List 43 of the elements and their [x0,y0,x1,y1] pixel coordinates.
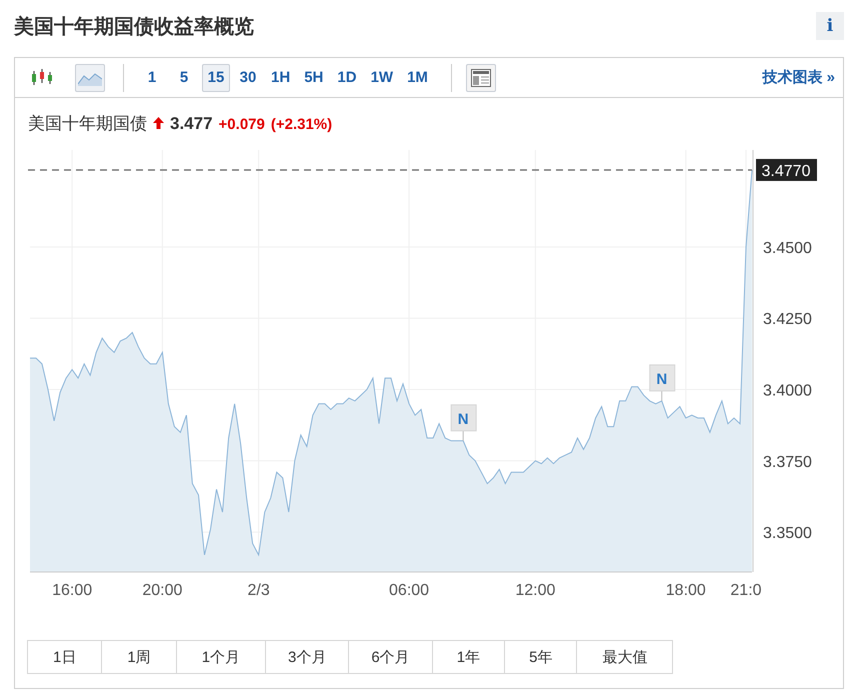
ref-line-label: 3.4770 [762,162,811,180]
range-tab[interactable]: 5年 [504,640,578,674]
interval-tab[interactable]: 15 [202,64,230,92]
interval-tab[interactable]: 1M [402,64,433,92]
axis-label: 20:00 [142,582,182,599]
range-tab[interactable]: 1日 [27,640,102,674]
axis-label: 16:00 [52,582,92,599]
range-tab[interactable]: 3个月 [265,640,350,674]
interval-tab[interactable]: 1H [266,64,296,92]
axis-label: 3.3750 [763,454,812,471]
technical-chart-link[interactable]: 技术图表 » [762,68,835,87]
annotation: N [458,410,469,428]
layout-button[interactable] [466,64,496,92]
axis-label: 3.4000 [763,382,812,400]
price-value: 3.477 [170,114,213,134]
change-percent: (+2.31%) [270,116,332,133]
range-tab[interactable]: 6个月 [348,640,433,674]
axis-label: 21:0 [730,582,762,599]
interval-tab[interactable]: 5 [170,64,198,92]
layout-icon [470,68,491,86]
interval-tab[interactable]: 1D [332,64,362,92]
axis-label: 06:00 [389,582,430,599]
interval-tab[interactable]: 1W [366,64,398,92]
interval-tab[interactable]: 30 [234,64,262,92]
axis-label: 3.3500 [763,525,812,542]
interval-tab[interactable]: 5H [299,64,328,92]
axis-label: 12:00 [515,582,556,599]
range-tab[interactable]: 最大值 [576,640,674,674]
axis-label: 3.4250 [763,311,812,328]
range-tab[interactable]: 1周 [101,640,177,674]
price-tag: 3.4770 [756,158,817,181]
interval-tab[interactable]: 1 [138,64,166,92]
change-value: +0.079 [218,116,265,133]
axis-label: 2/3 [248,582,270,599]
axis-label: 18:00 [666,582,706,599]
annotation: N [656,370,668,388]
page-title: 美国十年期国债收益率概览 [14,14,254,40]
info-button[interactable]: i [816,12,844,40]
instrument-name: 美国十年期国债 [28,113,147,135]
axis-label: 3.4500 [763,240,812,257]
candlestick-icon [31,68,53,88]
range-tab[interactable]: 1年 [432,640,506,674]
range-tab[interactable]: 1个月 [176,640,266,674]
